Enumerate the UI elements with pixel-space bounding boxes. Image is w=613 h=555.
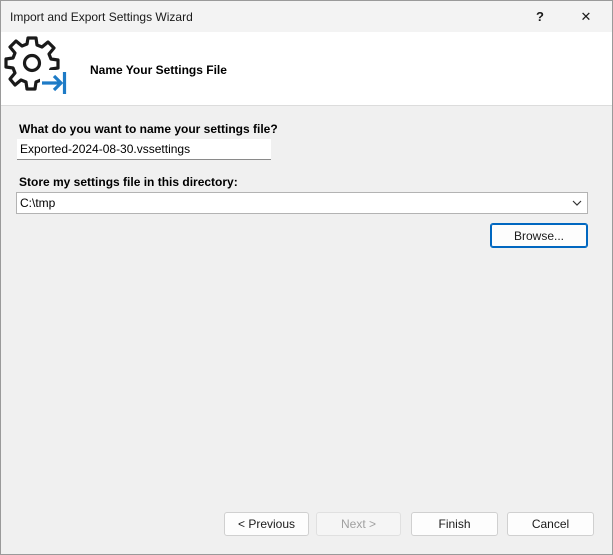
close-icon: ✕: [580, 8, 592, 24]
wizard-window: Import and Export Settings Wizard ? ✕ Na…: [0, 0, 613, 555]
chevron-down-icon[interactable]: [571, 197, 583, 209]
help-button[interactable]: ?: [518, 1, 562, 32]
directory-combobox[interactable]: C:\tmp: [16, 192, 588, 214]
gear-export-icon: [4, 36, 67, 94]
close-button[interactable]: ✕: [564, 1, 608, 32]
title-bar: Import and Export Settings Wizard ? ✕: [1, 1, 612, 32]
previous-button[interactable]: < Previous: [224, 512, 309, 536]
next-button[interactable]: Next >: [316, 512, 401, 536]
directory-value: C:\tmp: [20, 196, 56, 210]
cancel-button[interactable]: Cancel: [507, 512, 594, 536]
directory-label: Store my settings file in this directory…: [19, 175, 238, 189]
page-title: Name Your Settings File: [90, 63, 227, 77]
settings-file-name-input[interactable]: Exported-2024-08-30.vssettings: [17, 139, 271, 160]
finish-button[interactable]: Finish: [411, 512, 498, 536]
window-title: Import and Export Settings Wizard: [10, 10, 193, 24]
wizard-header: Name Your Settings File: [1, 32, 612, 106]
name-label: What do you want to name your settings f…: [19, 122, 278, 136]
browse-button[interactable]: Browse...: [490, 223, 588, 248]
settings-file-name-value: Exported-2024-08-30.vssettings: [20, 142, 191, 156]
help-icon: ?: [536, 9, 544, 24]
